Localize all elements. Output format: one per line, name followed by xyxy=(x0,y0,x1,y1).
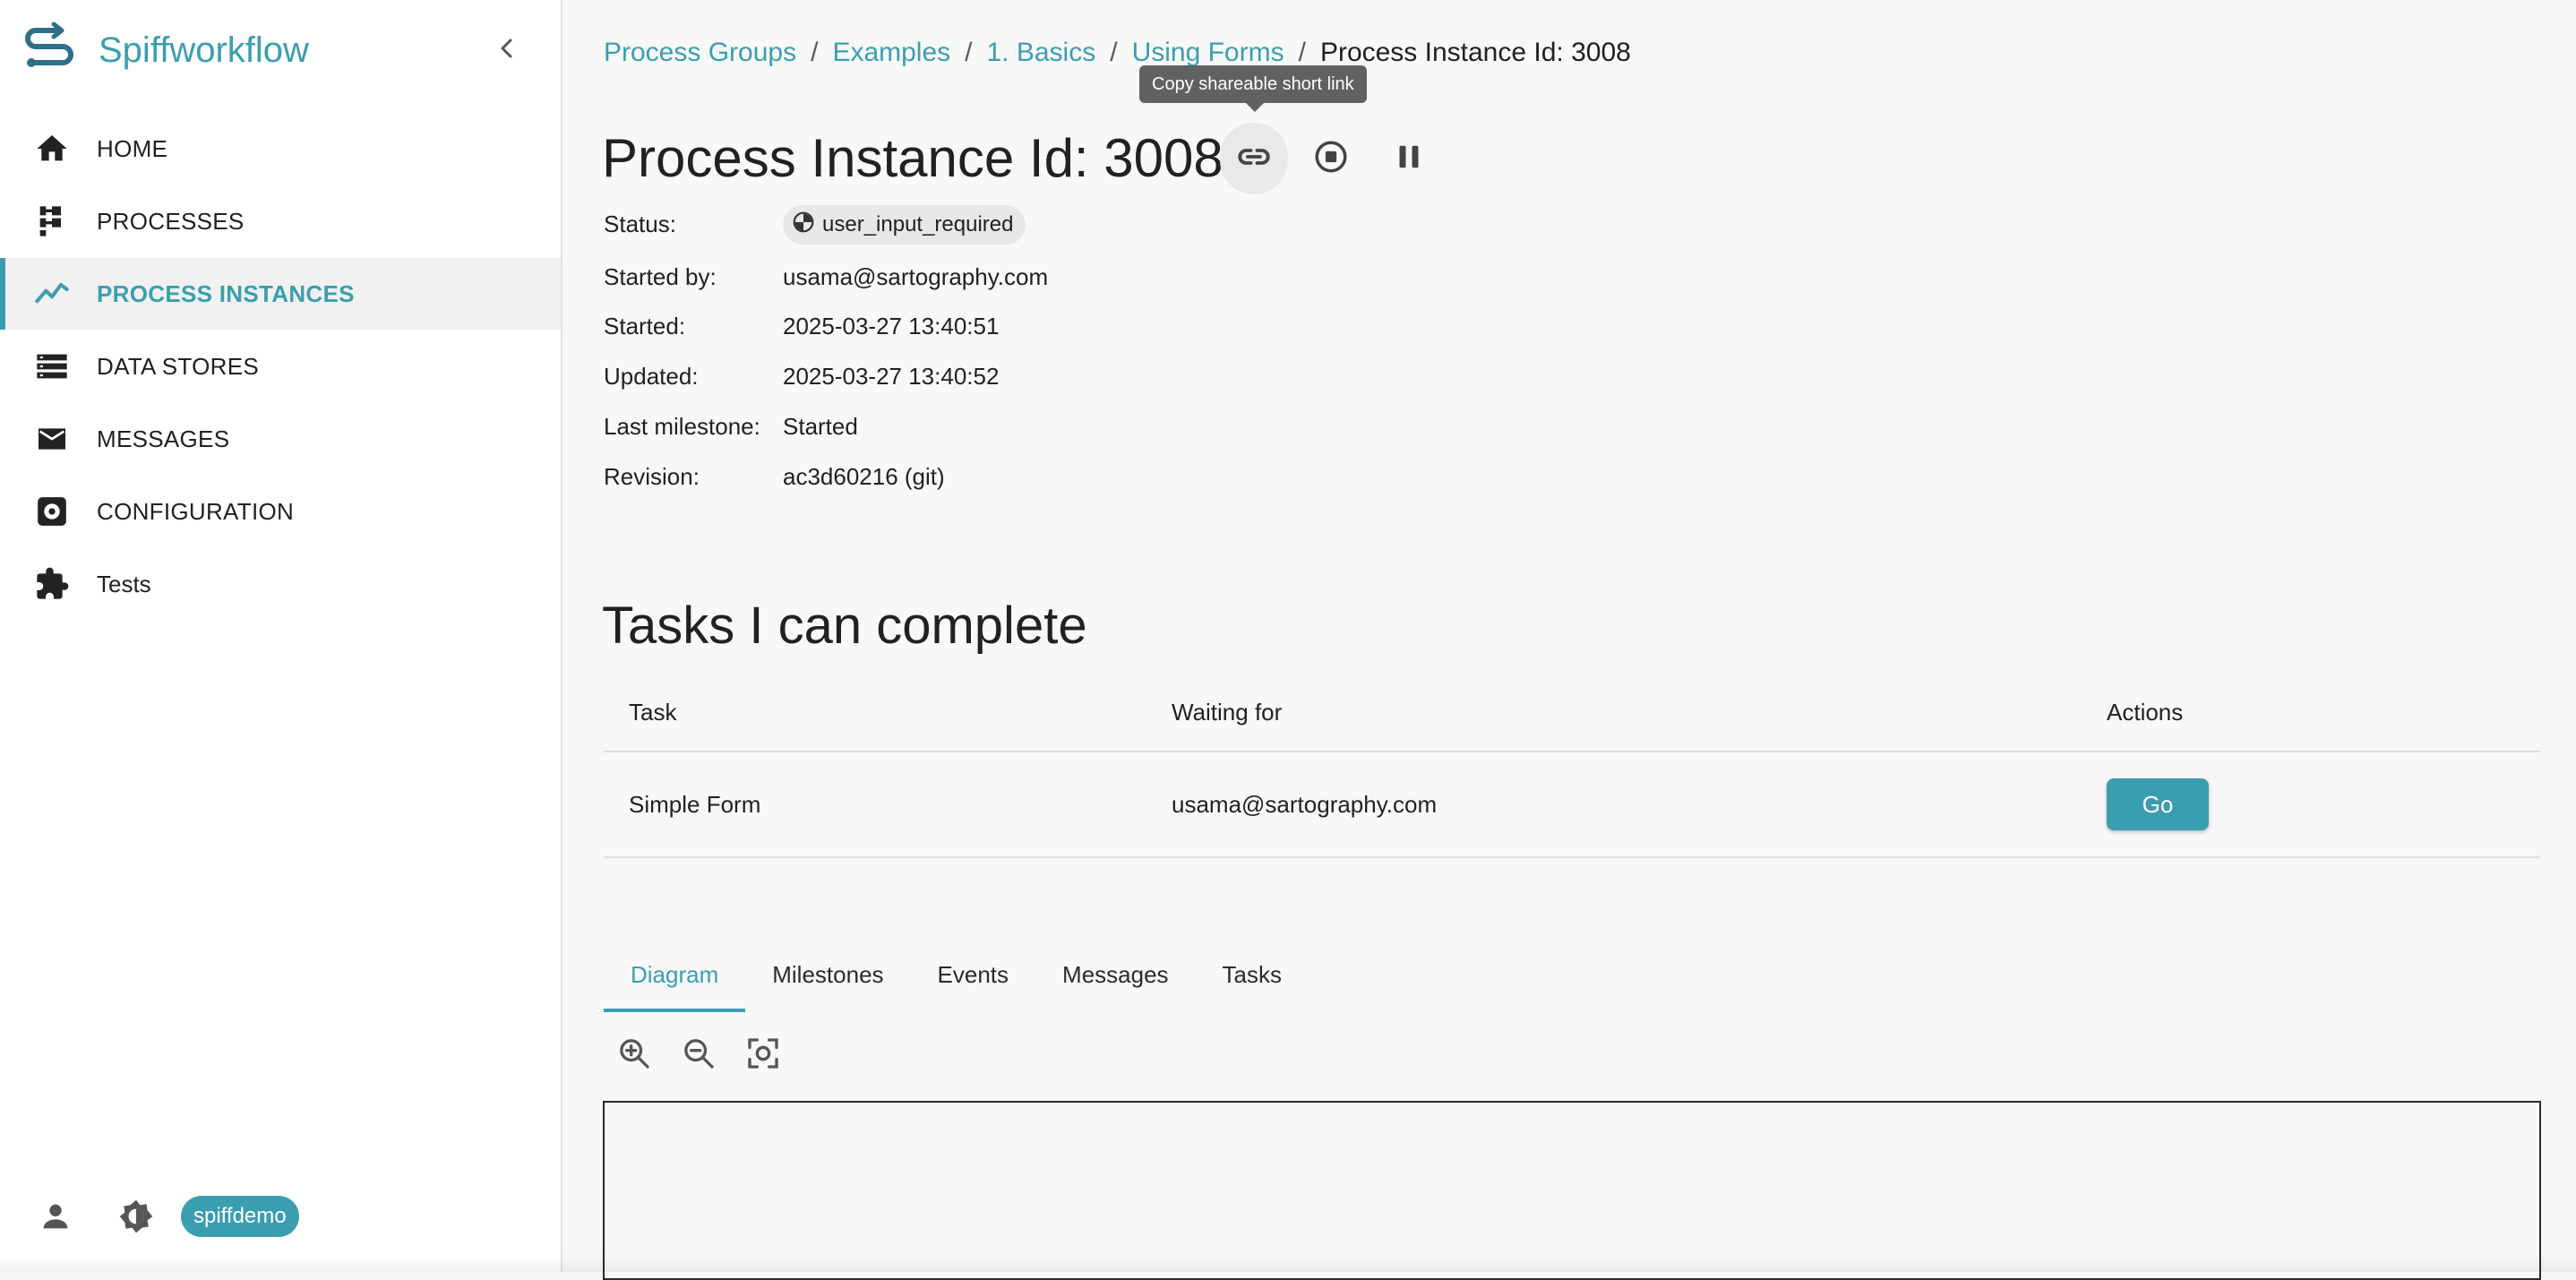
breadcrumb-separator: / xyxy=(965,38,973,67)
tab-tasks[interactable]: Tasks xyxy=(1196,941,1309,1009)
breadcrumb-separator: / xyxy=(1298,38,1306,67)
bpmn-diagram-canvas[interactable] xyxy=(603,1101,2541,1280)
brand[interactable]: Spiffworkflow xyxy=(23,21,309,80)
sidebar-item-tests[interactable]: Tests xyxy=(0,548,561,620)
milestone-label: Last milestone: xyxy=(604,412,760,440)
suspend-button[interactable] xyxy=(1375,123,1443,194)
started-by-value: usama@sartography.com xyxy=(783,262,1049,290)
table-row: Simple Form usama@sartography.com Go xyxy=(604,752,2540,858)
sidebar-item-configuration[interactable]: CONFIGURATION xyxy=(0,476,561,547)
trending-line-icon xyxy=(34,276,70,312)
tab-milestones[interactable]: Milestones xyxy=(745,941,910,1009)
actions-cell: Go xyxy=(2107,752,2209,856)
column-header-task: Task xyxy=(629,698,677,726)
sidebar-item-label: HOME xyxy=(97,134,168,162)
started-by-row: Started by: usama@sartography.com xyxy=(604,259,1048,295)
breadcrumb-process-groups[interactable]: Process Groups xyxy=(604,38,796,68)
home-icon xyxy=(34,131,70,167)
breadcrumb-examples[interactable]: Examples xyxy=(832,38,950,68)
started-value: 2025-03-27 13:40:51 xyxy=(783,312,1000,339)
breadcrumb-using-forms[interactable]: Using Forms xyxy=(1132,38,1284,68)
sidebar-footer: spiffdemo xyxy=(0,1184,561,1250)
table-header-row: Task Waiting for Actions xyxy=(604,674,2540,752)
revision-row: Revision: ac3d60216 (git) xyxy=(604,459,945,494)
sidebar-item-data-stores[interactable]: DATA STORES xyxy=(0,331,561,402)
user-profile-icon[interactable] xyxy=(38,1198,73,1234)
revision-value: ac3d60216 (git) xyxy=(783,462,945,490)
updated-row: Updated: 2025-03-27 13:40:52 xyxy=(604,358,999,394)
sidebar-item-label: MESSAGES xyxy=(97,425,230,452)
status-label: Status: xyxy=(604,210,676,237)
go-button[interactable]: Go xyxy=(2107,778,2209,830)
updated-label: Updated: xyxy=(604,362,699,390)
status-row: Status: user_input_required xyxy=(604,205,1026,245)
puzzle-icon xyxy=(34,566,70,602)
started-row: Started: 2025-03-27 13:40:51 xyxy=(604,308,999,344)
sidebar: Spiffworkflow HOME PROCESSES PROCESS INS… xyxy=(0,0,562,1272)
status-badge: user_input_required xyxy=(783,205,1026,245)
tab-messages[interactable]: Messages xyxy=(1035,941,1196,1009)
sidebar-item-processes[interactable]: PROCESSES xyxy=(0,185,561,257)
chevron-left-icon xyxy=(491,39,523,68)
sidebar-item-home[interactable]: HOME xyxy=(0,113,561,185)
sidebar-item-process-instances[interactable]: PROCESS INSTANCES xyxy=(0,258,561,330)
waiting-for-cell: usama@sartography.com xyxy=(1172,790,1438,818)
breadcrumb-basics[interactable]: 1. Basics xyxy=(987,38,1096,68)
process-tree-icon xyxy=(34,203,70,239)
updated-value: 2025-03-27 13:40:52 xyxy=(783,362,1000,390)
diagram-zoom-toolbar xyxy=(614,1035,808,1075)
tab-events[interactable]: Events xyxy=(911,941,1036,1009)
breadcrumb-separator: / xyxy=(1110,38,1118,67)
storage-list-icon xyxy=(34,348,70,384)
app-name: Spiffworkflow xyxy=(99,30,309,70)
tasks-table: Task Waiting for Actions Simple Form usa… xyxy=(604,674,2540,858)
bottom-shade xyxy=(0,1254,2576,1272)
tooltip-arrow xyxy=(1246,103,1264,112)
fit-to-screen-icon xyxy=(745,1035,781,1076)
copy-link-tooltip: Copy shareable short link xyxy=(1139,65,1367,103)
revision-label: Revision: xyxy=(604,462,700,490)
sidebar-item-label: CONFIGURATION xyxy=(97,497,295,525)
tab-diagram[interactable]: Diagram xyxy=(604,941,746,1012)
settings-box-icon xyxy=(34,494,70,529)
zoom-out-icon xyxy=(681,1035,717,1076)
sidebar-item-messages[interactable]: MESSAGES xyxy=(0,403,561,475)
fit-to-screen-button[interactable] xyxy=(743,1035,783,1075)
copy-link-button[interactable] xyxy=(1220,123,1288,194)
zoom-out-button[interactable] xyxy=(679,1035,718,1075)
tenant-badge[interactable]: spiffdemo xyxy=(181,1196,299,1237)
stop-circle-icon xyxy=(1312,138,1350,180)
tasks-heading: Tasks I can complete xyxy=(602,597,1087,655)
breadcrumb: Process Groups / Examples / 1. Basics / … xyxy=(604,38,1631,68)
started-by-label: Started by: xyxy=(604,262,717,290)
column-header-actions: Actions xyxy=(2107,698,2184,726)
terminate-button[interactable] xyxy=(1297,123,1365,194)
milestone-row: Last milestone: Started xyxy=(604,408,858,444)
breadcrumb-separator: / xyxy=(811,38,819,67)
breadcrumb-current: Process Instance Id: 3008 xyxy=(1319,38,1631,67)
page-title: Process Instance Id: 3008 xyxy=(602,128,1224,188)
column-header-waiting-for: Waiting for xyxy=(1172,698,1283,726)
instance-tabs: Diagram Milestones Events Messages Tasks xyxy=(604,941,1309,1012)
link-icon xyxy=(1235,138,1273,180)
zoom-in-icon xyxy=(616,1035,652,1076)
pause-icon xyxy=(1390,138,1428,180)
envelope-icon xyxy=(34,421,70,457)
sidebar-item-label: PROCESSES xyxy=(97,207,245,235)
collapse-sidebar-button[interactable] xyxy=(491,32,523,64)
task-name-cell: Simple Form xyxy=(629,790,761,818)
status-value: user_input_required xyxy=(822,212,1014,236)
sidebar-item-label: DATA STORES xyxy=(97,352,260,380)
milestone-value: Started xyxy=(783,412,858,440)
spiffworkflow-logo-icon xyxy=(23,21,77,80)
theme-toggle-icon[interactable] xyxy=(116,1197,156,1236)
started-label: Started: xyxy=(604,312,686,339)
sidebar-item-label: PROCESS INSTANCES xyxy=(97,279,355,307)
pie-progress-icon xyxy=(792,210,822,240)
zoom-in-button[interactable] xyxy=(614,1035,654,1075)
sidebar-item-label: Tests xyxy=(97,570,151,597)
